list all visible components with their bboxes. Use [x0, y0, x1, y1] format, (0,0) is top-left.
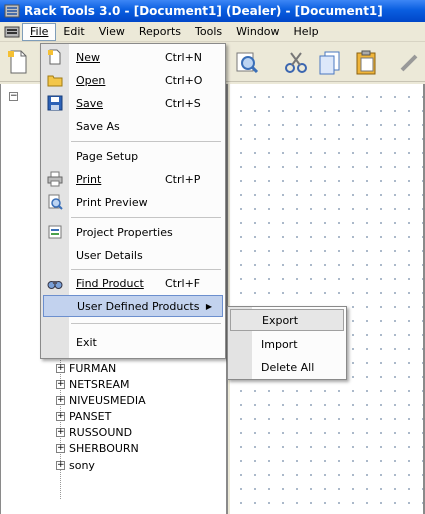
menu-item-open[interactable]: Open Ctrl+O: [41, 69, 225, 91]
menu-separator: [71, 323, 221, 324]
tree-item-furman[interactable]: + FURMAN: [56, 361, 116, 376]
menu-separator: [71, 217, 221, 218]
tree-item-netsream[interactable]: + NETSREAM: [56, 377, 130, 392]
tree-item-sherbourn[interactable]: + SHERBOURN: [56, 441, 139, 456]
tree-item-sony[interactable]: + sony: [56, 458, 95, 473]
menu-item-exit[interactable]: Exit: [41, 331, 225, 353]
shortcut-label: Ctrl+S: [165, 96, 201, 110]
cut-icon[interactable]: [282, 48, 310, 76]
tree-item-panset[interactable]: + PANSET: [56, 409, 111, 424]
open-folder-icon: [46, 71, 64, 89]
shortcut-label: Ctrl+F: [165, 276, 201, 290]
search-product-icon[interactable]: [232, 48, 260, 76]
tree-item-label: SHERBOURN: [69, 442, 139, 455]
expand-icon[interactable]: +: [56, 364, 65, 373]
menu-edit[interactable]: Edit: [56, 23, 91, 41]
tree-item-niveusmedia[interactable]: + NIVEUSMEDIA: [56, 393, 146, 408]
shortcut-label: Ctrl+O: [165, 73, 203, 87]
menu-reports[interactable]: Reports: [132, 23, 188, 41]
menu-tools[interactable]: Tools: [188, 23, 229, 41]
menu-item-print[interactable]: Print Ctrl+P: [41, 168, 225, 190]
menu-bar: File Edit View Reports Tools Window Help: [0, 22, 425, 42]
paste-icon[interactable]: [352, 48, 380, 76]
expand-icon[interactable]: +: [56, 428, 65, 437]
menu-view[interactable]: View: [92, 23, 132, 41]
expand-icon[interactable]: +: [56, 412, 65, 421]
title-bar: Rack Tools 3.0 - [Document1] (Dealer) - …: [0, 0, 425, 22]
tree-item-russound[interactable]: + RUSSOUND: [56, 425, 132, 440]
menu-item-print-preview[interactable]: Print Preview: [41, 191, 225, 213]
menu-window[interactable]: Window: [229, 23, 286, 41]
tree-item-label: NETSREAM: [69, 378, 130, 391]
menu-item-page-setup[interactable]: Page Setup: [41, 145, 225, 167]
expand-icon[interactable]: +: [56, 444, 65, 453]
menu-item-save[interactable]: Save Ctrl+S: [41, 92, 225, 114]
user-defined-products-submenu: Export Import Delete All: [227, 306, 347, 380]
tree-item-label: RUSSOUND: [69, 426, 133, 439]
menu-separator: [71, 269, 221, 270]
print-preview-icon: [46, 193, 64, 211]
menu-help[interactable]: Help: [287, 23, 326, 41]
menu-item-new[interactable]: New Ctrl+N: [41, 46, 225, 68]
expand-icon[interactable]: +: [56, 461, 65, 470]
rack-tools-app-icon: [4, 4, 20, 18]
root-collapse-toggle[interactable]: −: [9, 92, 18, 101]
document-control-icon[interactable]: [2, 23, 22, 41]
tree-item-label: sony: [69, 459, 95, 472]
printer-icon: [46, 170, 64, 188]
submenu-item-import[interactable]: Import: [228, 333, 346, 355]
copy-icon[interactable]: [316, 48, 344, 76]
properties-icon: [46, 223, 64, 241]
new-document-icon[interactable]: [4, 48, 32, 76]
menu-separator: [71, 141, 221, 142]
app-window: Rack Tools 3.0 - [Document1] (Dealer) - …: [0, 0, 425, 514]
tree-item-label: NIVEUSMEDIA: [69, 394, 146, 407]
window-title: Rack Tools 3.0 - [Document1] (Dealer) - …: [24, 4, 383, 18]
submenu-arrow-icon: ▶: [205, 301, 212, 311]
tree-item-label: FURMAN: [69, 362, 117, 375]
save-disk-icon: [46, 94, 64, 112]
menu-item-save-as[interactable]: Save As: [41, 115, 225, 137]
shortcut-label: Ctrl+N: [165, 50, 203, 64]
submenu-item-delete-all[interactable]: Delete All: [228, 356, 346, 378]
file-menu-dropdown: New Ctrl+N Open Ctrl+O Save Ctrl+S Save …: [40, 43, 226, 359]
tree-item-label: PANSET: [69, 410, 112, 423]
binoculars-icon: [46, 274, 64, 292]
submenu-item-export[interactable]: Export: [230, 309, 344, 331]
menu-item-user-details[interactable]: User Details: [41, 244, 225, 266]
new-document-icon: [46, 48, 64, 66]
menu-item-project-properties[interactable]: Project Properties: [41, 221, 225, 243]
menu-item-user-defined-products[interactable]: User Defined Products ▶: [43, 295, 223, 317]
menu-item-find-product[interactable]: Find Product Ctrl+F: [41, 272, 225, 294]
shortcut-label: Ctrl+P: [165, 172, 201, 186]
menu-file[interactable]: File: [22, 22, 57, 41]
expand-icon[interactable]: +: [56, 396, 65, 405]
rack-design-canvas[interactable]: [230, 84, 425, 514]
undo-icon[interactable]: [392, 48, 420, 76]
expand-icon[interactable]: +: [56, 380, 65, 389]
